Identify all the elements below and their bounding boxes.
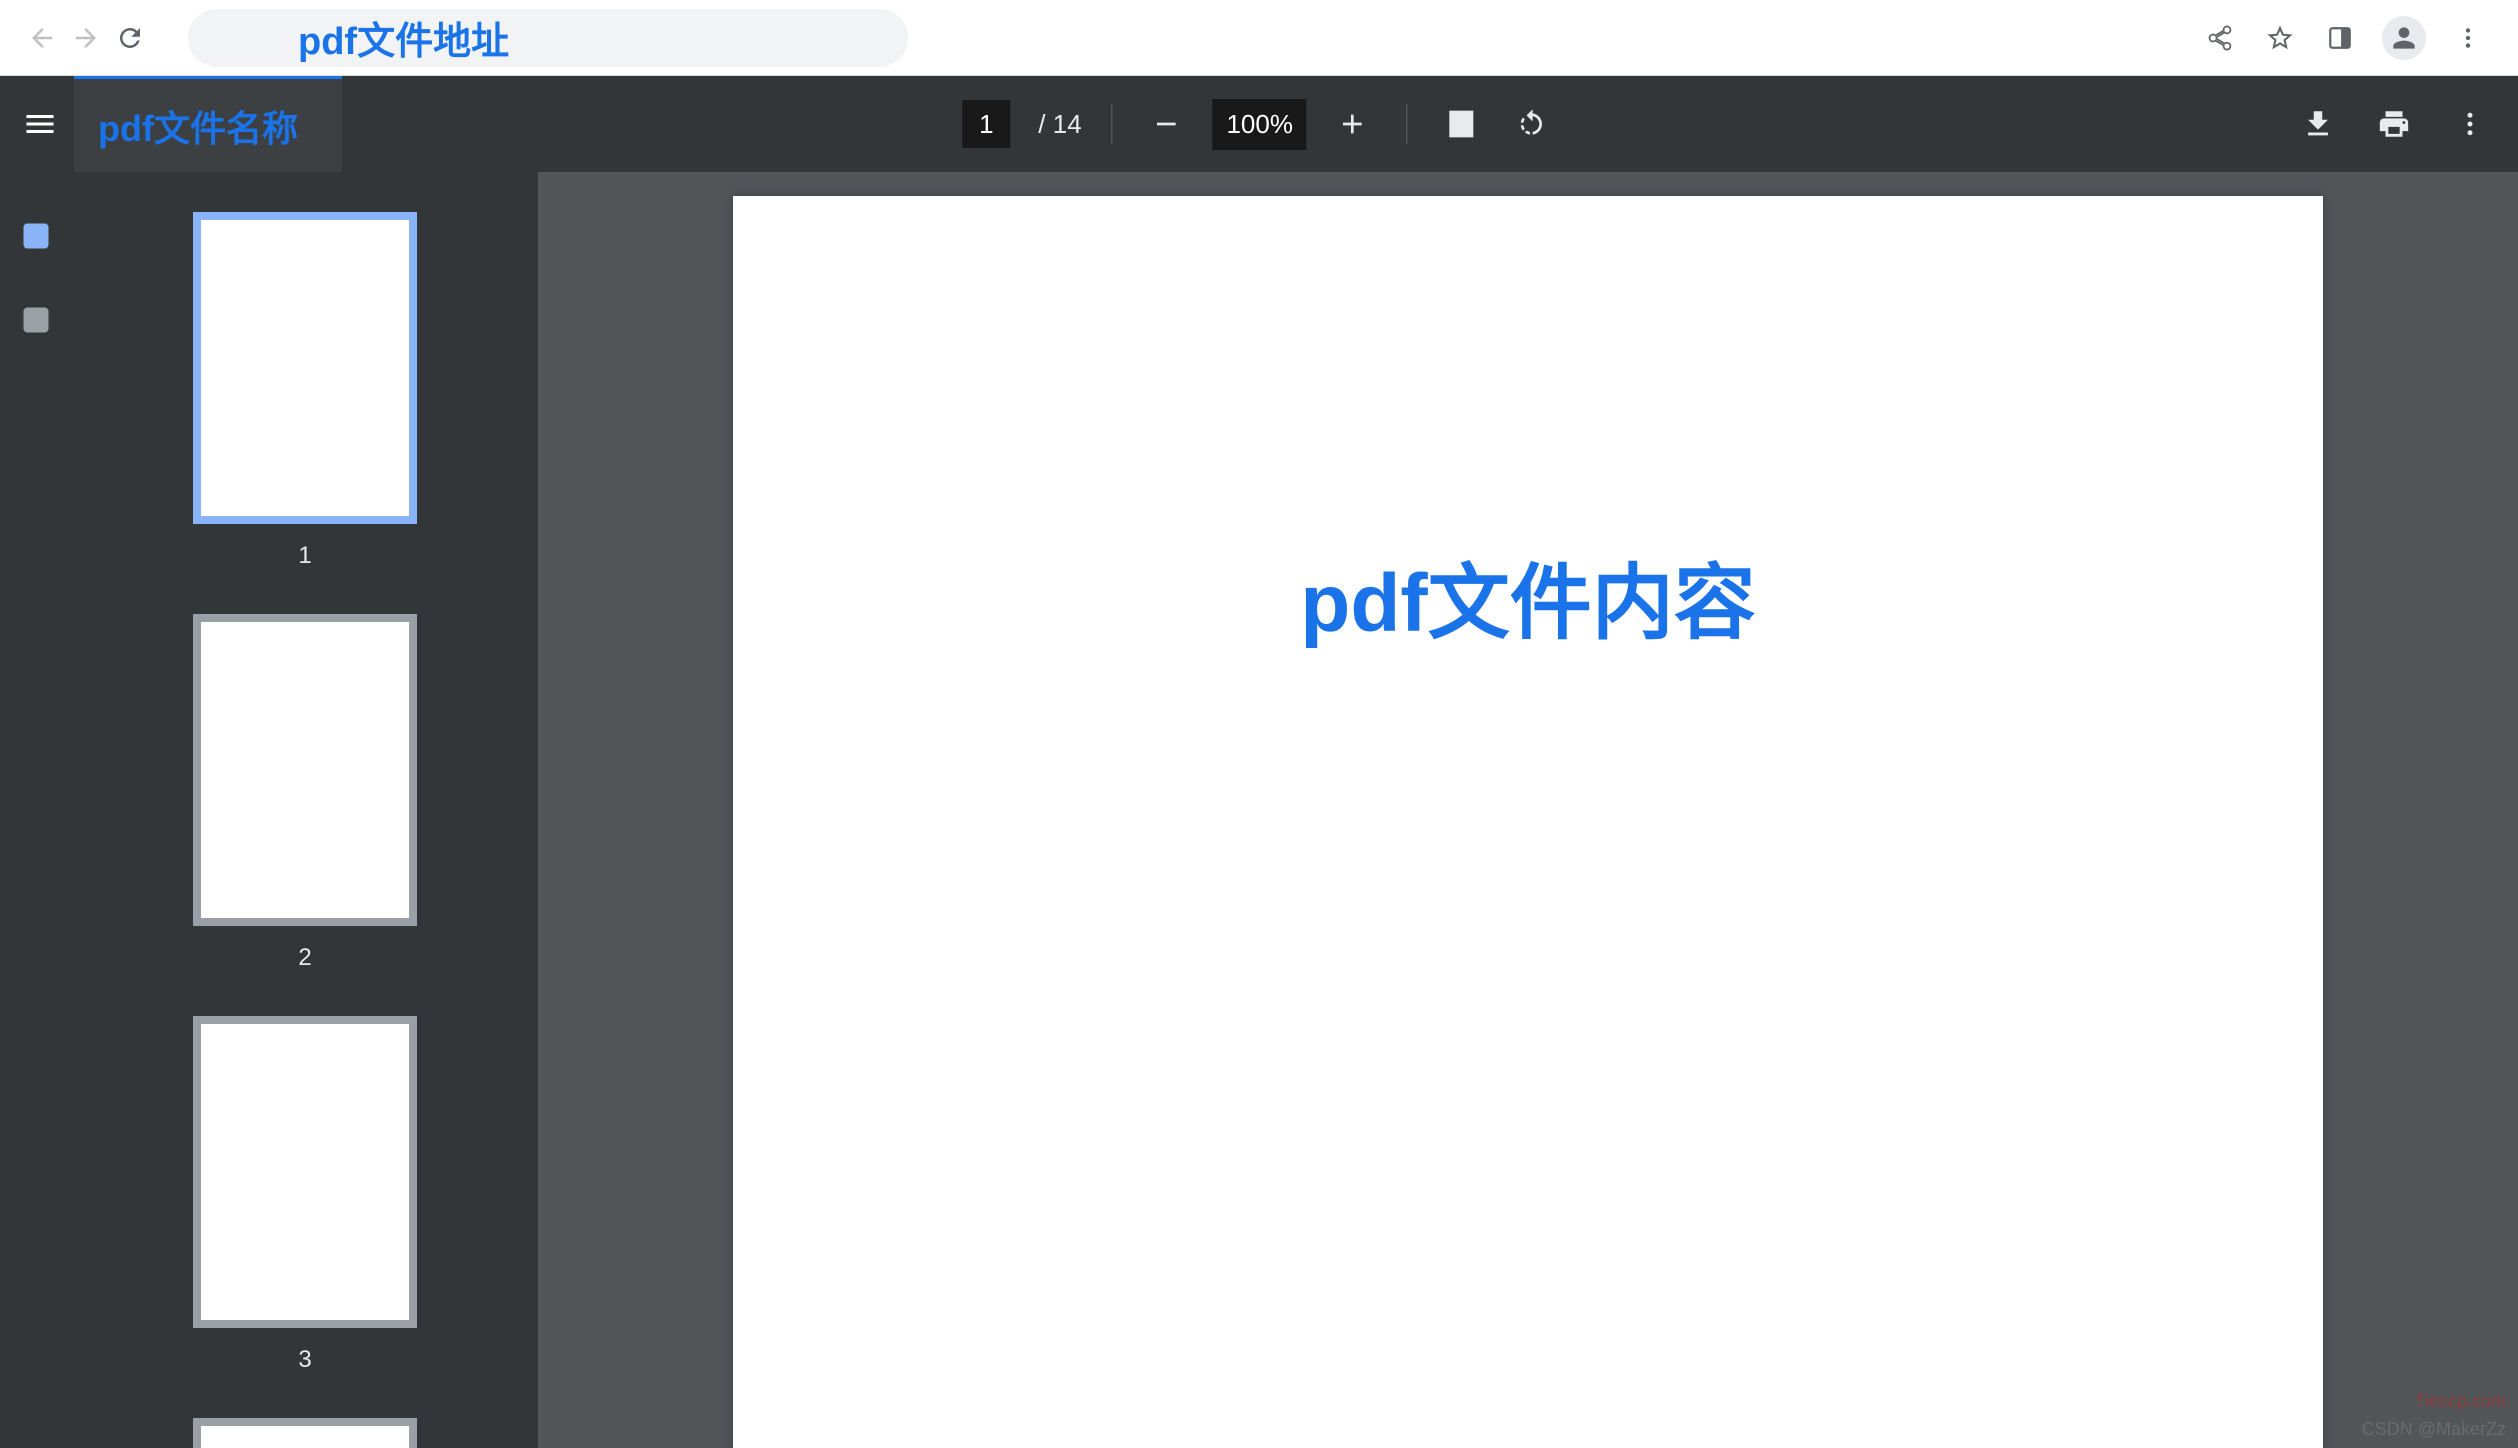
reload-button[interactable] <box>108 16 152 60</box>
reload-icon <box>115 23 145 53</box>
pdf-main: 1 2 3 pdf文件内容 <box>0 172 2518 1448</box>
print-icon <box>2377 107 2411 141</box>
thumbnail-item[interactable]: 1 <box>72 212 538 570</box>
toolbar-center: / 14 100% <box>962 99 1555 150</box>
thumbnail-label: 1 <box>298 542 311 570</box>
divider <box>1112 104 1113 144</box>
thumbnail-box <box>193 614 417 926</box>
print-button[interactable] <box>2370 100 2418 148</box>
browser-toolbar: pdf文件地址 <box>0 0 2518 76</box>
extensions-button[interactable] <box>2314 12 2366 64</box>
rotate-icon <box>1516 108 1548 140</box>
fit-page-icon <box>1446 108 1478 140</box>
toolbar-right <box>2294 100 2494 148</box>
panel-icon <box>2327 25 2353 51</box>
more-vert-icon <box>2455 109 2485 139</box>
arrow-left-icon <box>27 23 57 53</box>
pdf-page: pdf文件内容 <box>733 196 2323 1448</box>
download-icon <box>2301 107 2335 141</box>
address-bar[interactable]: pdf文件地址 <box>188 9 908 67</box>
rotate-button[interactable] <box>1508 100 1556 148</box>
zoom-in-button[interactable] <box>1329 100 1377 148</box>
thumbnail-box <box>193 1418 417 1448</box>
fit-page-button[interactable] <box>1438 100 1486 148</box>
sidebar-toggle-button[interactable] <box>8 92 72 156</box>
person-icon <box>2388 22 2420 54</box>
more-vert-icon <box>2455 25 2481 51</box>
page-number-input[interactable] <box>962 100 1010 148</box>
thumbnail-panel[interactable]: 1 2 3 <box>72 172 538 1448</box>
menu-icon <box>22 106 58 142</box>
thumbnail-item[interactable] <box>72 1418 538 1448</box>
forward-button[interactable] <box>64 16 108 60</box>
thumbnail-label: 3 <box>298 1346 311 1374</box>
plus-icon <box>1337 108 1369 140</box>
share-icon <box>2206 24 2234 52</box>
back-button[interactable] <box>20 16 64 60</box>
address-text: pdf文件地址 <box>298 10 509 65</box>
filename-text: pdf文件名称 <box>98 100 298 152</box>
page-total: / 14 <box>1038 109 1081 140</box>
star-icon <box>2265 23 2295 53</box>
thumbnail-box <box>193 212 417 524</box>
bookmark-button[interactable] <box>2254 12 2306 64</box>
thumbnail-box <box>193 1016 417 1328</box>
pdf-content-text: pdf文件内容 <box>793 536 2263 655</box>
pdf-menu-button[interactable] <box>2446 100 2494 148</box>
side-tabs <box>0 172 72 1448</box>
zoom-out-button[interactable] <box>1143 100 1191 148</box>
thumbnail-item[interactable]: 3 <box>72 1016 538 1374</box>
browser-menu-button[interactable] <box>2442 12 2494 64</box>
minus-icon <box>1151 108 1183 140</box>
outline-icon <box>21 305 51 335</box>
outline-tab[interactable] <box>12 296 60 344</box>
thumbnail-item[interactable]: 2 <box>72 614 538 972</box>
filename-tab: pdf文件名称 <box>74 76 342 172</box>
watermark-bottom: CSDN @MakerZz <box>2362 1419 2506 1440</box>
pdf-toolbar: pdf文件名称 / 14 100% <box>0 76 2518 172</box>
content-area[interactable]: pdf文件内容 <box>538 172 2518 1448</box>
image-icon <box>21 221 51 251</box>
zoom-level[interactable]: 100% <box>1213 99 1307 150</box>
arrow-right-icon <box>71 23 101 53</box>
watermark-top: Tieccp.com <box>2415 1391 2506 1412</box>
download-button[interactable] <box>2294 100 2342 148</box>
divider <box>1407 104 1408 144</box>
thumbnail-label: 2 <box>298 944 311 972</box>
thumbnails-tab[interactable] <box>12 212 60 260</box>
profile-button[interactable] <box>2382 16 2426 60</box>
share-button[interactable] <box>2194 12 2246 64</box>
